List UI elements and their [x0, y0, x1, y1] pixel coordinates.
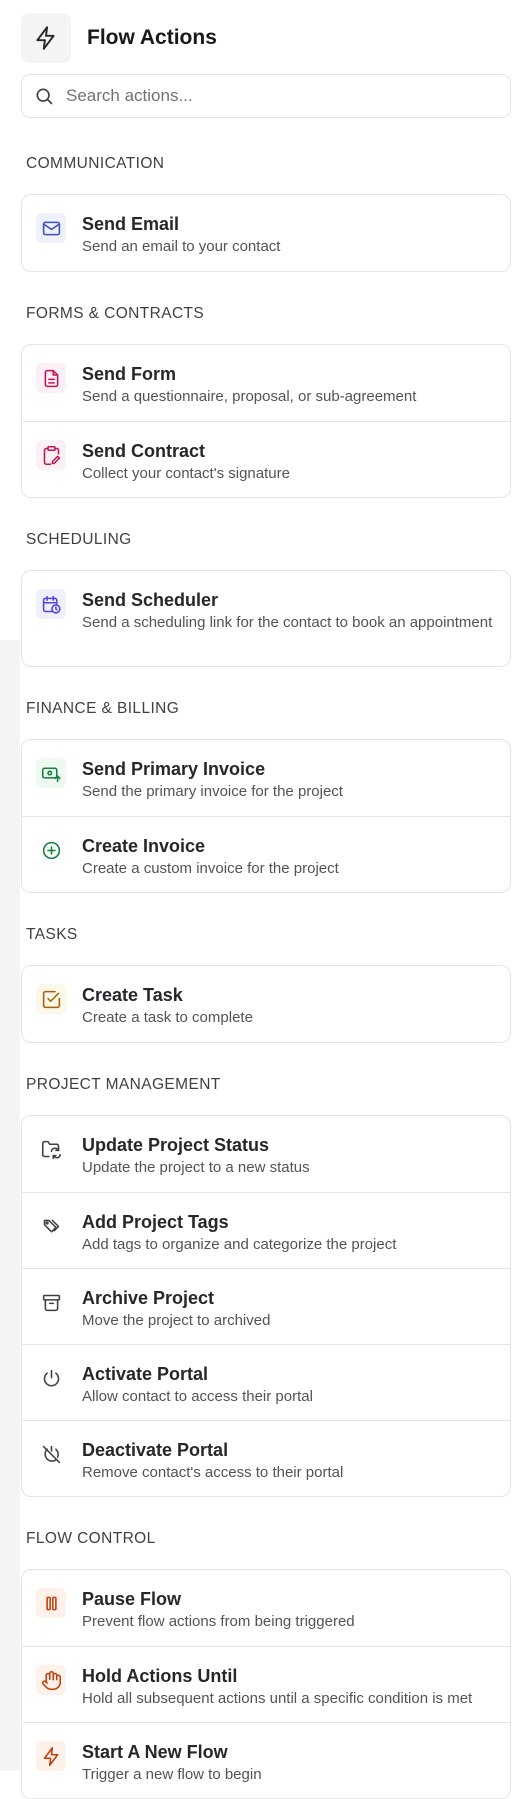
action-send-contract[interactable]: Send Contract Collect your contact's sign… [22, 421, 510, 497]
action-group: Send Form Send a questionnaire, proposal,… [21, 344, 511, 498]
power-off-icon [36, 1439, 66, 1469]
action-title: Deactivate Portal [82, 1440, 229, 1460]
action-description: Send a scheduling link for the contact t… [82, 614, 493, 631]
action-activate-portal[interactable]: Activate Portal Allow contact to access t… [22, 1344, 510, 1420]
action-description: Create a custom invoice for the project [82, 860, 339, 877]
action-update-project-status[interactable]: Update Project Status Update the project … [22, 1116, 510, 1192]
lightning-icon [21, 13, 71, 63]
section-title: FLOW CONTROL [26, 1530, 156, 1547]
section-title: PROJECT MANAGEMENT [26, 1076, 221, 1093]
action-hold-actions-until[interactable]: Hold Actions Until Hold all subsequent ac… [22, 1646, 510, 1722]
action-description: Remove contact's access to their portal [82, 1464, 344, 1481]
section-title: SCHEDULING [26, 531, 132, 548]
action-text: Send Contract Collect your contact's sign… [82, 440, 290, 484]
action-sections: COMMUNICATION Send Email Send an email to … [21, 144, 511, 1799]
action-description: Add tags to organize and categorize the … [82, 1236, 397, 1253]
action-text: Activate Portal Allow contact to access t… [82, 1363, 313, 1407]
action-description: Prevent flow actions from being triggere… [82, 1613, 355, 1630]
action-add-project-tags[interactable]: Add Project Tags Add tags to organize and… [22, 1192, 510, 1268]
action-description: Trigger a new flow to begin [82, 1766, 262, 1783]
action-title: Send Contract [82, 441, 206, 461]
action-group: Send Primary Invoice Send the primary inv… [21, 739, 511, 893]
action-text: Send Scheduler Send a scheduling link for… [82, 589, 492, 633]
action-text: Deactivate Portal Remove contact's access… [82, 1439, 343, 1483]
circle-plus-icon [36, 835, 66, 865]
action-send-scheduler[interactable]: Send Scheduler Send a scheduling link for… [22, 571, 510, 666]
hand-icon [36, 1665, 66, 1695]
action-text: Create Invoice Create a custom invoice fo… [82, 835, 339, 879]
panel-title: Flow Actions [87, 26, 217, 49]
action-description: Hold all subsequent actions until a spec… [82, 1690, 473, 1707]
search-input[interactable] [64, 85, 498, 107]
action-title: Archive Project [82, 1288, 215, 1308]
folder-sync-icon [36, 1134, 66, 1164]
action-description: Move the project to archived [82, 1312, 271, 1329]
action-create-invoice[interactable]: Create Invoice Create a custom invoice fo… [22, 816, 510, 892]
tags-icon [36, 1211, 66, 1241]
action-title: Update Project Status [82, 1135, 270, 1155]
action-description: Send a questionnaire, proposal, or sub-a… [82, 388, 417, 405]
action-description: Send an email to your contact [82, 238, 281, 255]
action-create-task[interactable]: Create Task Create a task to complete [22, 966, 510, 1042]
action-send-primary-invoice[interactable]: Send Primary Invoice Send the primary inv… [22, 740, 510, 816]
action-start-a-new-flow[interactable]: Start A New Flow Trigger a new flow to be… [22, 1722, 510, 1798]
action-text: Send Form Send a questionnaire, proposal,… [82, 363, 416, 407]
action-pause-flow[interactable]: Pause Flow Prevent flow actions from bein… [22, 1570, 510, 1646]
action-title: Start A New Flow [82, 1742, 228, 1762]
document-icon [36, 363, 66, 393]
search-icon [36, 88, 53, 105]
lightning-icon [36, 1741, 66, 1771]
action-title: Create Task [82, 985, 183, 1005]
action-title: Send Email [82, 214, 180, 234]
action-text: Create Task Create a task to complete [82, 984, 253, 1028]
mail-icon [36, 213, 66, 243]
search-box[interactable] [21, 74, 511, 118]
action-group: Create Task Create a task to complete [21, 965, 511, 1043]
action-text: Add Project Tags Add tags to organize and… [82, 1211, 396, 1255]
clipboard-pen-icon [36, 440, 66, 470]
action-description: Collect your contact's signature [82, 465, 290, 482]
action-description: Update the project to a new status [82, 1159, 310, 1176]
action-archive-project[interactable]: Archive Project Move the project to archi… [22, 1268, 510, 1344]
action-text: Pause Flow Prevent flow actions from bein… [82, 1588, 355, 1632]
left-edge-strip [0, 640, 20, 1771]
action-group: Send Scheduler Send a scheduling link for… [21, 570, 511, 667]
action-group: Pause Flow Prevent flow actions from bein… [21, 1569, 511, 1799]
action-text: Send Email Send an email to your contact [82, 213, 280, 257]
action-title: Create Invoice [82, 836, 206, 856]
action-title: Pause Flow [82, 1589, 182, 1609]
action-title: Activate Portal [82, 1364, 209, 1384]
action-text: Start A New Flow Trigger a new flow to be… [82, 1741, 262, 1785]
panel-header: Flow Actions [21, 0, 511, 74]
action-description: Allow contact to access their portal [82, 1388, 313, 1405]
action-text: Archive Project Move the project to archi… [82, 1287, 270, 1331]
calendar-clock-icon [36, 589, 66, 619]
action-title: Send Form [82, 364, 177, 384]
action-group: Update Project Status Update the project … [21, 1115, 511, 1497]
pause-icon [36, 1588, 66, 1618]
archive-icon [36, 1287, 66, 1317]
action-title: Add Project Tags [82, 1212, 229, 1232]
section-title: TASKS [26, 926, 78, 943]
action-text: Hold Actions Until Hold all subsequent ac… [82, 1665, 472, 1709]
action-description: Create a task to complete [82, 1009, 253, 1026]
power-icon [36, 1363, 66, 1393]
action-title: Send Scheduler [82, 590, 219, 610]
section-title: FORMS & CONTRACTS [26, 305, 205, 322]
action-text: Send Primary Invoice Send the primary inv… [82, 758, 343, 802]
action-send-email[interactable]: Send Email Send an email to your contact [22, 195, 510, 271]
square-check-icon [36, 984, 66, 1014]
section-title: FINANCE & BILLING [26, 700, 180, 717]
action-description: Send the primary invoice for the project [82, 783, 343, 800]
action-group: Send Email Send an email to your contact [21, 194, 511, 272]
section-title: COMMUNICATION [26, 155, 165, 172]
action-text: Update Project Status Update the project … [82, 1134, 310, 1178]
flow-actions-panel: Flow Actions COMMUNICATIONSend EmailSend… [21, 0, 511, 1799]
money-send-icon [36, 758, 66, 788]
action-send-form[interactable]: Send Form Send a questionnaire, proposal,… [22, 345, 510, 421]
action-deactivate-portal[interactable]: Deactivate Portal Remove contact's access… [22, 1420, 510, 1496]
action-title: Hold Actions Until [82, 1666, 238, 1686]
action-title: Send Primary Invoice [82, 759, 266, 779]
